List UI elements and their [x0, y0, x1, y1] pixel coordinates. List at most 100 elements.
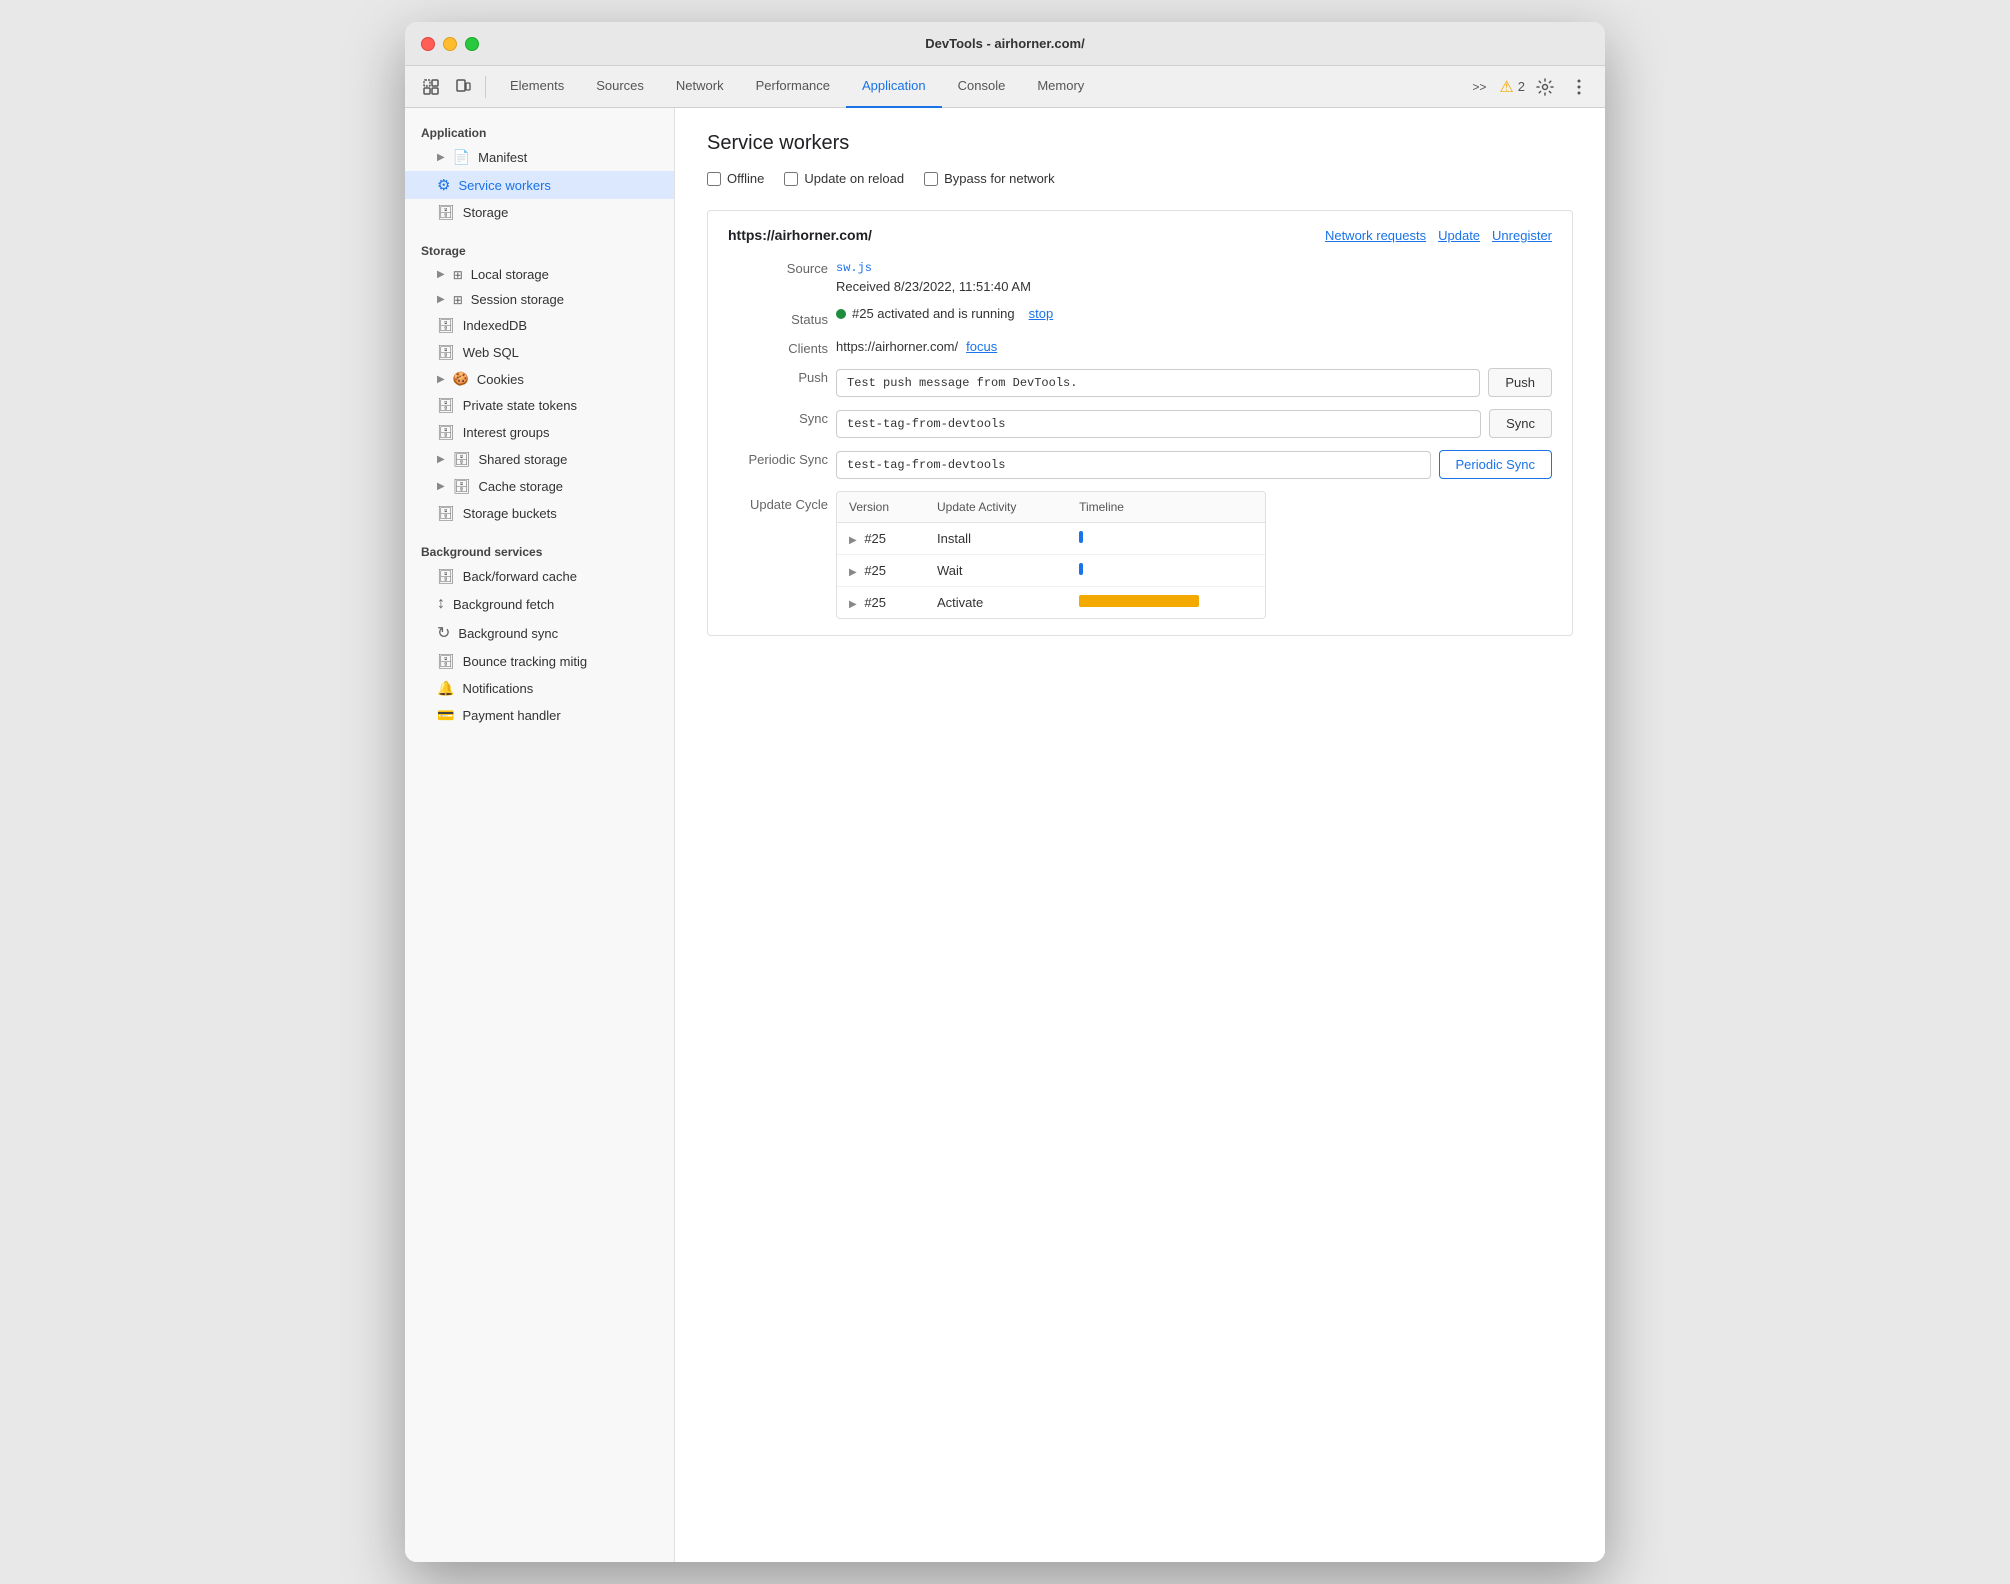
- web-sql-icon: 🗄: [437, 344, 455, 361]
- sidebar-item-manifest[interactable]: ▶ 📄 Manifest: [405, 144, 674, 171]
- checkboxes-row: Offline Update on reload Bypass for netw…: [707, 171, 1573, 186]
- sidebar-item-bounce-tracking[interactable]: 🗄 Bounce tracking mitig: [405, 648, 674, 675]
- private-state-tokens-icon: 🗄: [437, 397, 455, 414]
- notifications-icon: 🔔: [437, 680, 454, 697]
- close-button[interactable]: [421, 37, 435, 51]
- sync-input[interactable]: [836, 410, 1481, 438]
- tab-console[interactable]: Console: [942, 66, 1022, 108]
- cookies-chevron: ▶: [437, 374, 445, 385]
- device-toggle-icon[interactable]: [449, 73, 477, 101]
- sidebar-item-local-storage[interactable]: ▶ ⊞ Local storage: [405, 262, 674, 287]
- warning-badge[interactable]: ⚠ 2: [1499, 77, 1525, 97]
- periodic-sync-input[interactable]: [836, 451, 1431, 479]
- sidebar-item-private-state-tokens[interactable]: 🗄 Private state tokens: [405, 392, 674, 419]
- stop-link[interactable]: stop: [1029, 306, 1054, 321]
- push-button[interactable]: Push: [1488, 368, 1552, 397]
- network-requests-link[interactable]: Network requests: [1325, 228, 1426, 243]
- tab-bar: Elements Sources Network Performance App…: [494, 66, 1100, 108]
- toolbar: Elements Sources Network Performance App…: [405, 66, 1605, 108]
- status-text: #25 activated and is running: [852, 306, 1015, 321]
- focus-link[interactable]: focus: [966, 339, 997, 354]
- sidebar-item-session-storage[interactable]: ▶ ⊞ Session storage: [405, 287, 674, 312]
- activity-cell-3: Activate: [925, 587, 1067, 619]
- tab-network[interactable]: Network: [660, 66, 740, 108]
- update-on-reload-checkbox-label[interactable]: Update on reload: [784, 171, 904, 186]
- sidebar-item-indexeddb[interactable]: 🗄 IndexedDB: [405, 312, 674, 339]
- timeline-cell-3: [1067, 587, 1265, 619]
- manifest-icon: 📄: [453, 149, 470, 166]
- received-text: Received 8/23/2022, 11:51:40 AM: [836, 279, 1031, 294]
- periodic-sync-field: Periodic Sync: [836, 450, 1552, 479]
- timeline-cell-2: [1067, 555, 1265, 587]
- bypass-for-network-checkbox[interactable]: [924, 172, 938, 186]
- sidebar-item-payment-handler[interactable]: 💳 Payment handler: [405, 702, 674, 729]
- row-chevron-1[interactable]: ▶: [849, 535, 857, 546]
- sidebar-item-back-forward-cache[interactable]: 🗄 Back/forward cache: [405, 563, 674, 590]
- sidebar-item-notifications[interactable]: 🔔 Notifications: [405, 675, 674, 702]
- background-fetch-icon: ↕: [437, 595, 445, 613]
- devtools-window: DevTools - airhorner.com/ Elements Sourc: [405, 22, 1605, 1562]
- source-file-link[interactable]: sw.js: [836, 261, 872, 275]
- sidebar-item-web-sql[interactable]: 🗄 Web SQL: [405, 339, 674, 366]
- sync-button[interactable]: Sync: [1489, 409, 1552, 438]
- sidebar-section-background: Background services: [405, 535, 674, 563]
- select-tool-icon[interactable]: [417, 73, 445, 101]
- tab-application[interactable]: Application: [846, 66, 942, 108]
- session-storage-icon: ⊞: [453, 293, 463, 307]
- storage-buckets-icon: 🗄: [437, 505, 455, 522]
- tab-memory[interactable]: Memory: [1021, 66, 1100, 108]
- sidebar-item-background-sync[interactable]: ↻ Background sync: [405, 618, 674, 648]
- sw-url-row: https://airhorner.com/ Network requests …: [728, 227, 1552, 243]
- update-cycle-box: Version Update Activity Timeline ▶: [836, 491, 1266, 619]
- sidebar-item-background-fetch[interactable]: ↕ Background fetch: [405, 590, 674, 618]
- unregister-link[interactable]: Unregister: [1492, 228, 1552, 243]
- table-row: ▶ #25 Install: [837, 523, 1265, 555]
- status-row: #25 activated and is running stop: [836, 306, 1552, 321]
- bounce-tracking-icon: 🗄: [437, 653, 455, 670]
- sidebar-item-interest-groups[interactable]: 🗄 Interest groups: [405, 419, 674, 446]
- clients-row: https://airhorner.com/ focus: [836, 339, 1552, 354]
- periodic-sync-button[interactable]: Periodic Sync: [1439, 450, 1552, 479]
- row-chevron-3[interactable]: ▶: [849, 599, 857, 610]
- toolbar-right: >> ⚠ 2: [1465, 73, 1593, 101]
- more-tabs-button[interactable]: >>: [1465, 73, 1493, 101]
- tab-performance[interactable]: Performance: [740, 66, 846, 108]
- offline-checkbox[interactable]: [707, 172, 721, 186]
- sidebar-section-storage: Storage: [405, 234, 674, 262]
- sidebar-item-cookies[interactable]: ▶ 🍪 Cookies: [405, 366, 674, 392]
- update-cycle-table: Version Update Activity Timeline ▶: [837, 492, 1265, 618]
- session-storage-chevron: ▶: [437, 294, 445, 305]
- indexeddb-icon: 🗄: [437, 317, 455, 334]
- status-indicator: [836, 309, 846, 319]
- offline-checkbox-label[interactable]: Offline: [707, 171, 764, 186]
- source-label: Source: [728, 259, 828, 276]
- sidebar-item-shared-storage[interactable]: ▶ 🗄 Shared storage: [405, 446, 674, 473]
- interest-groups-icon: 🗄: [437, 424, 455, 441]
- minimize-button[interactable]: [443, 37, 457, 51]
- sidebar-item-storage-buckets[interactable]: 🗄 Storage buckets: [405, 500, 674, 527]
- push-input[interactable]: [836, 369, 1480, 397]
- local-storage-chevron: ▶: [437, 269, 445, 280]
- settings-icon[interactable]: [1531, 73, 1559, 101]
- sidebar-item-service-workers[interactable]: ⚙ Service workers: [405, 171, 674, 199]
- sidebar-item-storage-app[interactable]: 🗄 Storage: [405, 199, 674, 226]
- activity-cell-2: Wait: [925, 555, 1067, 587]
- update-link[interactable]: Update: [1438, 228, 1480, 243]
- more-options-icon[interactable]: [1565, 73, 1593, 101]
- version-cell-2: ▶ #25: [837, 555, 925, 587]
- sidebar: Application ▶ 📄 Manifest ⚙ Service worke…: [405, 108, 675, 1562]
- tab-elements[interactable]: Elements: [494, 66, 580, 108]
- update-on-reload-checkbox[interactable]: [784, 172, 798, 186]
- traffic-lights: [421, 37, 479, 51]
- tab-sources[interactable]: Sources: [580, 66, 660, 108]
- cookies-icon: 🍪: [453, 371, 469, 387]
- row-chevron-2[interactable]: ▶: [849, 567, 857, 578]
- title-bar: DevTools - airhorner.com/: [405, 22, 1605, 66]
- sidebar-item-cache-storage[interactable]: ▶ 🗄 Cache storage: [405, 473, 674, 500]
- bypass-for-network-checkbox-label[interactable]: Bypass for network: [924, 171, 1055, 186]
- clients-label: Clients: [728, 339, 828, 356]
- cache-storage-chevron: ▶: [437, 481, 445, 492]
- page-title: Service workers: [707, 132, 1573, 155]
- maximize-button[interactable]: [465, 37, 479, 51]
- clients-value: https://airhorner.com/ focus: [836, 339, 1552, 354]
